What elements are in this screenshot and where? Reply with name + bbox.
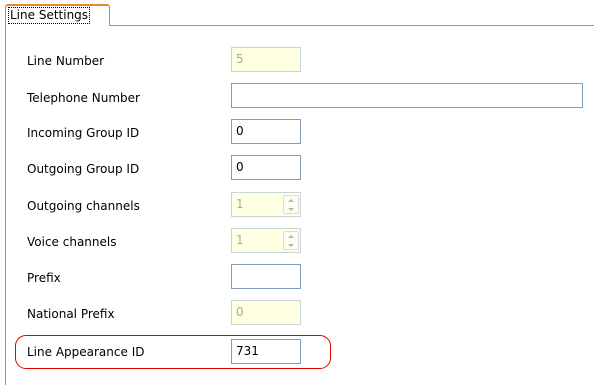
line-appearance-id-label: Line Appearance ID [27,345,145,359]
outgoing-channels-label: Outgoing channels [27,199,140,213]
telephone-number-label: Telephone Number [27,91,140,105]
line-number-field: 5 [231,47,301,72]
incoming-group-id-label: Incoming Group ID [27,126,140,140]
line-appearance-id-field[interactable]: 731 [231,339,301,364]
outgoing-channels-stepper: 1 [231,192,301,217]
national-prefix-label: National Prefix [27,307,115,321]
spin-down-arrow-icon [284,205,298,213]
spin-up-arrow-icon [284,196,298,204]
outgoing-channels-value: 1 [236,197,244,211]
outgoing-channels-spinner [283,195,299,214]
voice-channels-spinner [283,231,299,250]
voice-channels-value: 1 [236,233,244,247]
prefix-field[interactable] [231,264,301,289]
spin-down-arrow-icon [284,241,298,249]
telephone-number-field[interactable] [231,83,583,108]
voice-channels-stepper: 1 [231,228,301,253]
outgoing-group-id-field[interactable]: 0 [231,155,301,180]
tab-line-settings[interactable]: Line Settings [5,4,110,26]
spin-up-arrow-icon [284,232,298,240]
voice-channels-label: Voice channels [27,235,117,249]
incoming-group-id-field[interactable]: 0 [231,119,301,144]
tab-line-settings-label: Line Settings [7,7,91,24]
prefix-label: Prefix [27,271,61,285]
national-prefix-field: 0 [231,300,301,325]
outgoing-group-id-label: Outgoing Group ID [27,162,140,176]
line-number-label: Line Number [27,54,105,68]
